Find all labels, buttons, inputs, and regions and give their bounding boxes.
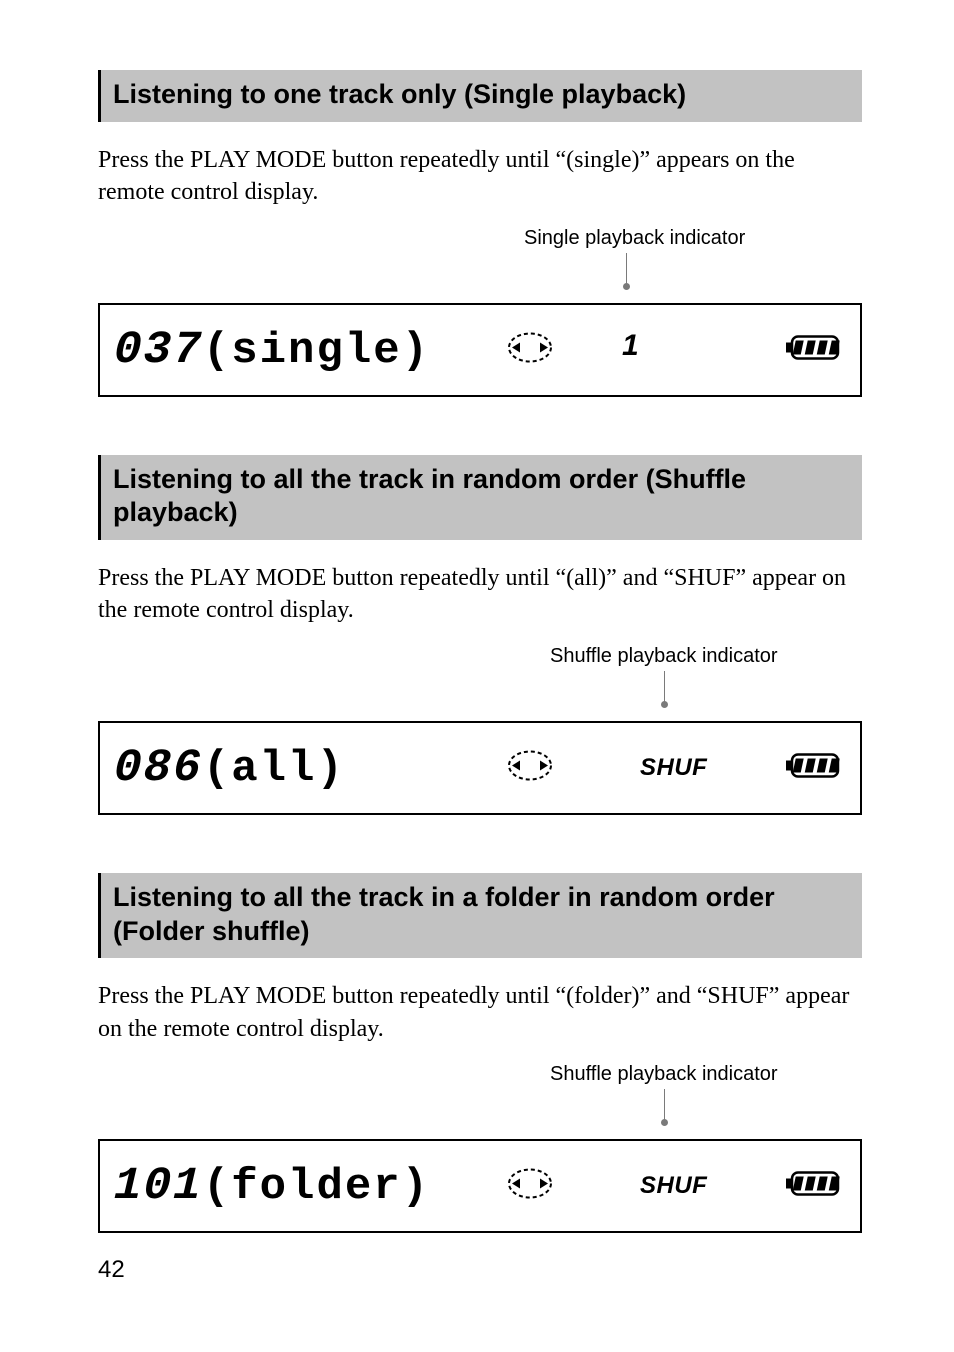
battery-icon: [786, 752, 842, 783]
lcd-text: 086(all): [114, 742, 345, 794]
callout-label-single: Single playback indicator: [524, 227, 745, 250]
body-single: Press the PLAY MODE button repeatedly un…: [98, 144, 862, 209]
lcd-display-single: 037(single) 1: [98, 303, 862, 397]
section-folder-shuffle: Listening to all the track in a folder i…: [98, 873, 862, 1233]
callout-single: Single playback indicator: [98, 227, 862, 287]
section-single-playback: Listening to one track only (Single play…: [98, 70, 862, 397]
heading-shuffle: Listening to all the track in random ord…: [98, 455, 862, 541]
disc-icon: [506, 1167, 554, 1206]
callout-dot: [661, 1119, 668, 1126]
body-folder-shuffle: Press the PLAY MODE button repeatedly un…: [98, 980, 862, 1045]
callout-label-folder-shuffle: Shuffle playback indicator: [550, 1063, 778, 1086]
body-shuffle: Press the PLAY MODE button repeatedly un…: [98, 562, 862, 627]
lcd-display-folder-shuffle: 101(folder) SHUF: [98, 1139, 862, 1233]
heading-folder-shuffle: Listening to all the track in a folder i…: [98, 873, 862, 959]
disc-icon: [506, 748, 554, 787]
lcd-mode-word: (single): [203, 326, 430, 376]
shuf-indicator: SHUF: [640, 1172, 707, 1200]
heading-single: Listening to one track only (Single play…: [98, 70, 862, 122]
lcd-mode-word: (all): [203, 744, 345, 794]
lcd-track-number: 086: [113, 742, 204, 794]
callout-shuffle: Shuffle playback indicator: [98, 645, 862, 705]
callout-folder-shuffle: Shuffle playback indicator: [98, 1063, 862, 1123]
battery-icon: [786, 1171, 842, 1202]
callout-label-shuffle: Shuffle playback indicator: [550, 645, 778, 668]
battery-icon: [786, 334, 842, 365]
callout-line: [626, 253, 627, 287]
callout-dot: [623, 283, 630, 290]
lcd-mode-word: (folder): [203, 1162, 430, 1212]
callout-line: [664, 671, 665, 705]
lcd-track-number: 037: [113, 324, 204, 376]
callout-dot: [661, 701, 668, 708]
play-one-indicator: 1: [622, 329, 639, 363]
disc-icon: [506, 330, 554, 369]
section-shuffle-playback: Listening to all the track in random ord…: [98, 455, 862, 815]
shuf-indicator: SHUF: [640, 754, 707, 782]
callout-line: [664, 1089, 665, 1123]
page-number: 42: [98, 1256, 125, 1284]
lcd-text: 037(single): [114, 324, 430, 376]
lcd-track-number: 101: [113, 1160, 204, 1212]
lcd-display-shuffle: 086(all) SHUF: [98, 721, 862, 815]
lcd-text: 101(folder): [114, 1160, 430, 1212]
